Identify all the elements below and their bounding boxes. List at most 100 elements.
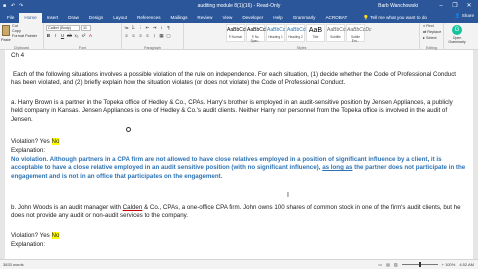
zoom-level[interactable]: + 100% (442, 262, 456, 267)
style-name: ¶ Normal (229, 35, 242, 39)
tab-acrobat[interactable]: ACROBAT (320, 13, 352, 23)
bullets-icon[interactable]: ≔ (124, 25, 129, 31)
chapter-heading: Ch 4 (11, 52, 25, 59)
tab-file[interactable]: File (2, 13, 19, 23)
share-button[interactable]: 👤 Share (455, 13, 474, 19)
cut-button[interactable]: Cut (12, 24, 37, 28)
style-name: Title (312, 35, 319, 39)
print-layout-icon[interactable]: ▤ (386, 262, 390, 267)
text-cursor-icon: I (287, 192, 289, 199)
multilevel-list-icon[interactable]: ⋮ (138, 25, 143, 31)
violation-b-label: Violation? Yes (11, 232, 50, 239)
tab-review[interactable]: Review (192, 13, 217, 23)
status-right: ▭ ▤ ▥ + 100% 4:52 AM (378, 262, 474, 267)
tab-home[interactable]: Home (19, 13, 42, 23)
explanation-a-label: Explanation: (11, 147, 46, 154)
person-icon: 👤 (454, 13, 461, 18)
borders-icon[interactable]: ▢ (166, 33, 171, 39)
style-sample: AaBbCcE (287, 27, 309, 33)
strikethrough-icon[interactable]: ab (67, 33, 72, 38)
tab-grammarly[interactable]: Grammarly (288, 13, 321, 23)
word-count[interactable]: 3833 words (3, 262, 24, 267)
paste-label[interactable]: Paste (1, 38, 11, 42)
situation-b-text-1: b. John Woods is an audit manager with (11, 204, 123, 211)
align-center-icon[interactable]: ≡ (131, 33, 136, 39)
replace-button[interactable]: ⇄ Replace (423, 29, 441, 34)
align-left-icon[interactable]: ≡ (124, 33, 129, 39)
format-painter-button[interactable]: Format Painter (12, 34, 37, 38)
situation-b-paragraph: b. John Woods is an audit manager with C… (11, 204, 466, 221)
clipboard-items: Cut Copy Format Painter (12, 24, 37, 38)
explanation-a-text: No violation. Although partners in a CPA… (11, 156, 466, 181)
font-name-select[interactable]: Calibri (Body) (46, 25, 80, 31)
tab-draw[interactable]: Draw (63, 13, 84, 23)
font-color-icon[interactable]: A (88, 33, 93, 38)
word-window: ■ ↶ ↷ auditing module 8(1)(16) - Read-On… (0, 0, 478, 269)
tab-developer[interactable]: Developer (237, 13, 268, 23)
underline-icon[interactable]: U (60, 33, 65, 38)
increase-indent-icon[interactable]: ⇥ (152, 25, 157, 31)
tab-help[interactable]: Help (268, 13, 287, 23)
clock: 4:52 AM (459, 262, 474, 267)
title-bar: ■ ↶ ↷ auditing module 8(1)(16) - Read-On… (0, 0, 478, 12)
style-name: Subtle Em... (350, 35, 361, 43)
bold-icon[interactable]: B (46, 33, 51, 38)
read-mode-icon[interactable]: ▭ (378, 262, 382, 267)
lightbulb-icon: 💡 (363, 15, 370, 20)
intro-paragraph: Each of the following situations involve… (11, 71, 457, 87)
font-format-row: B I U ab x₂ x² A (46, 33, 93, 38)
style-subtle-emphasis[interactable]: AaBbCcDc Subtle Em... (346, 24, 371, 43)
style-no-spacing[interactable]: AaBbCcDc ¶ No Spac... (246, 24, 271, 43)
tab-view[interactable]: View (217, 13, 237, 23)
subscript-icon[interactable]: x₂ (74, 33, 79, 38)
editing-items: ⌕ Find ⇄ Replace ▸ Select (423, 24, 441, 40)
justify-icon[interactable]: ≡ (145, 33, 150, 39)
style-heading-2[interactable]: AaBbCcE Heading 2 (286, 24, 309, 42)
line-spacing-icon[interactable]: ↨ (152, 33, 157, 39)
style-subtitle[interactable]: AaBbCcD Subtitle (326, 24, 349, 42)
ribbon-home: Cut Copy Format Painter Paste Clipboard … (0, 23, 478, 50)
decrease-indent-icon[interactable]: ⇤ (145, 25, 150, 31)
user-name[interactable]: Barb Wanchowski (378, 3, 418, 9)
web-layout-icon[interactable]: ▥ (394, 262, 398, 267)
violation-a-label: Violation? Yes (11, 138, 50, 145)
show-marks-icon[interactable]: ¶ (166, 25, 171, 31)
tell-me-text: Tell me what you want to do (370, 15, 427, 20)
ribbon-tabs: File Home Insert Draw Design Layout Refe… (0, 12, 478, 23)
italic-icon[interactable]: I (53, 33, 58, 38)
zoom-slider-knob[interactable] (418, 262, 421, 267)
numbering-icon[interactable]: ⒈ (131, 25, 136, 31)
tab-design[interactable]: Design (84, 13, 108, 23)
style-title[interactable]: AaB Title (306, 24, 325, 42)
style-heading-1[interactable]: AaBbCc Heading 1 (266, 24, 285, 42)
grammarly-icon[interactable]: G (452, 25, 462, 35)
explanation-b-label: Explanation: (11, 241, 46, 248)
close-button[interactable]: ✕ (462, 0, 476, 12)
sort-icon[interactable]: ↕ (159, 25, 164, 31)
violation-a-answer: No (51, 138, 60, 145)
zoom-slider[interactable] (401, 262, 438, 267)
tab-insert[interactable]: Insert (42, 13, 64, 23)
superscript-icon[interactable]: x² (81, 33, 86, 38)
tab-layout[interactable]: Layout (108, 13, 132, 23)
tell-me-box[interactable]: 💡 Tell me what you want to do (358, 13, 432, 23)
open-grammarly-button[interactable]: Open Grammarly (445, 36, 469, 44)
tab-mailings[interactable]: Mailings (166, 13, 193, 23)
select-icon: ▸ (423, 36, 425, 40)
copy-button[interactable]: Copy (12, 29, 37, 33)
maximize-button[interactable]: ❐ (448, 0, 462, 12)
minimize-button[interactable]: – (434, 0, 448, 12)
shading-icon[interactable]: ▦ (159, 33, 164, 39)
font-size-select[interactable]: 11 (81, 25, 91, 31)
style-name: Heading 2 (288, 35, 303, 39)
style-normal[interactable]: AaBbCcDc ¶ Normal (226, 24, 251, 42)
style-sample: AaBbCcD (327, 27, 349, 33)
tab-references[interactable]: References (132, 13, 166, 23)
document-page[interactable]: Ch 4 Each of the following situations in… (5, 50, 473, 259)
style-name: Subtitle (330, 35, 341, 39)
paste-icon[interactable] (2, 25, 10, 36)
find-button[interactable]: ⌕ Find (423, 24, 441, 28)
select-button[interactable]: ▸ Select (423, 35, 441, 40)
align-right-icon[interactable]: ≡ (138, 33, 143, 39)
mouse-cursor-icon (126, 127, 131, 132)
